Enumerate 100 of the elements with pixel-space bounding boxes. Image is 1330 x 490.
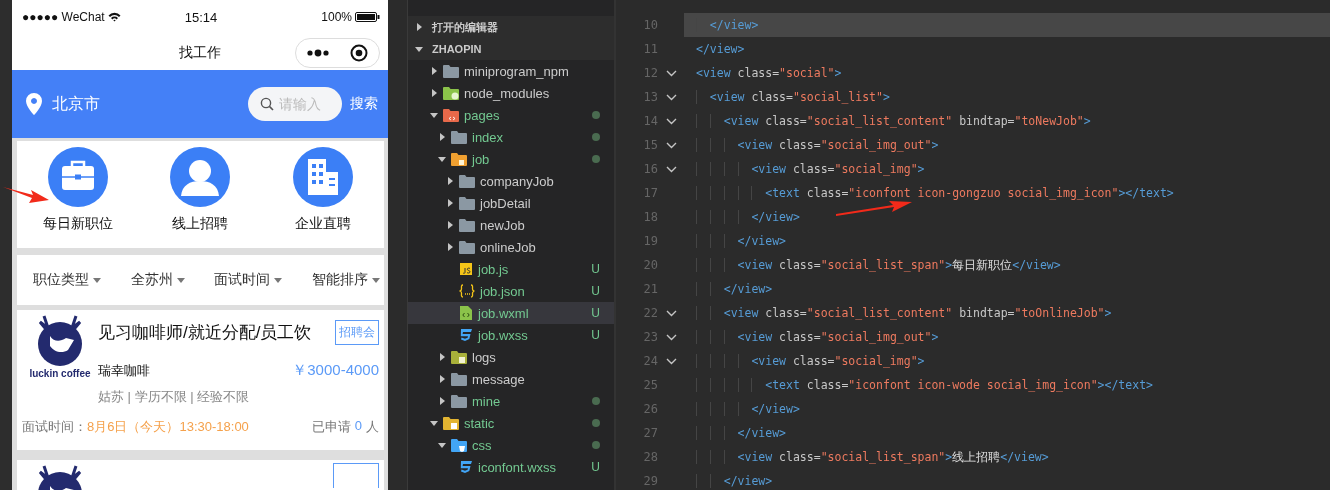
file-tree-item[interactable]: job.js U [408,258,614,280]
file-tree-item[interactable]: newJob [408,214,614,236]
fold-chevron-icon[interactable] [665,141,677,149]
code-text: </view> [684,402,800,416]
collapsed-arrow-icon[interactable] [438,353,446,361]
collapsed-arrow-icon[interactable] [430,67,438,75]
fold-chevron-icon[interactable] [665,93,677,101]
fold-chevron-icon[interactable] [665,117,677,125]
page-title: 找工作 [179,43,221,62]
search-button[interactable]: 搜索 [350,95,378,114]
line-number: 16 [642,162,658,176]
expanded-arrow-icon[interactable] [438,441,446,449]
filter-dropdown[interactable]: 全苏州 [130,271,185,289]
caret-icon[interactable] [93,277,101,283]
file-tree-item[interactable]: static [408,412,614,434]
expanded-arrow-icon[interactable] [415,45,423,53]
fold-chevron-icon[interactable] [665,165,677,173]
folder-icon [459,240,475,254]
collapsed-arrow-icon[interactable] [438,375,446,383]
code-text: </view> [684,474,773,488]
carrier-signal: ●●●●● WeChat [22,10,105,25]
fold-chevron-icon[interactable] [665,69,677,77]
job-card[interactable]: luckin coffee 见习咖啡师/就近分配/员工饮 招聘会 瑞幸咖啡 ￥3000-4000 姑苏 | 学历不限 | 经验不限 面试时间：8月6日（今天）13:30-18:00 已申请 0 人 [17,310,384,450]
collapsed-arrow-icon[interactable] [430,89,438,97]
file-tree-item[interactable]: onlineJob [408,236,614,258]
collapsed-arrow-icon[interactable] [438,397,446,405]
file-tree-item[interactable]: jobDetail [408,192,614,214]
city-name[interactable]: 北京市 [52,93,100,115]
expanded-arrow-icon[interactable] [430,419,438,427]
fold-chevron-icon[interactable] [665,309,677,317]
file-tree-item[interactable]: pages [408,104,614,126]
company-name: 瑞幸咖啡 [98,361,150,380]
code-text: <view class="social_list"> [684,90,890,104]
code-text: <view class="social"> [695,66,842,80]
collapsed-arrow-icon[interactable] [446,199,454,207]
git-status-letter: U [591,328,600,342]
caret-icon[interactable] [371,277,380,283]
battery-percent: 100% [321,10,352,25]
filter-dropdown[interactable]: 面试时间 [214,271,283,289]
expanded-arrow-icon[interactable] [438,155,446,163]
caret-icon[interactable] [176,277,185,283]
job-card[interactable] [17,460,384,490]
collapsed-arrow-icon[interactable] [446,243,454,251]
expanded-arrow-icon[interactable] [430,111,438,119]
close-target-icon[interactable] [350,43,368,62]
filter-dropdown[interactable]: 智能排序 [311,271,380,289]
line-number: 28 [642,450,658,464]
git-status-letter: U [591,460,600,474]
explorer-section-header[interactable]: ZHAOPIN [408,38,614,60]
line-number: 22 [642,306,658,320]
annotation-arrow [3,185,49,205]
search-field[interactable]: 请输入 [248,87,342,122]
filter-dropdown[interactable]: 职位类型 [33,271,101,289]
applied-label: 已申请 [311,418,351,436]
line-number: 27 [642,426,658,440]
file-tree-item[interactable]: job.json U [408,280,614,302]
stylesheet-file-icon [459,328,473,342]
file-tree-item[interactable]: iconfont.wxss U [408,456,614,478]
code-text: <view class="social_list_span">线上招聘</view> [684,449,1049,465]
fold-chevron-icon[interactable] [665,333,677,341]
folder-icon [459,174,475,188]
file-tree-item[interactable]: message [408,368,614,390]
interview-label: 面试时间： [22,419,87,434]
logo-text: luckin coffee [29,368,91,379]
file-tree-item[interactable]: logs [408,346,614,368]
collapsed-arrow-icon[interactable] [415,23,423,31]
file-tree-item[interactable]: miniprogram_npm [408,60,614,82]
caret-icon[interactable] [274,277,283,283]
line-number: 29 [642,474,658,488]
code-text: <view class="social_list_content" bindtap="toNewJob"> [684,114,1091,128]
code-text: </view> [684,426,786,440]
git-status-letter: U [591,306,600,320]
file-tree-item[interactable]: node_modules [408,82,614,104]
more-icon[interactable] [307,48,329,57]
code-text: <view class="social_list_span">每日新职位</view> [684,257,1061,273]
code-text: <view class="social_img"> [684,354,925,368]
line-number: 17 [642,186,658,200]
job-fair-tag [333,463,379,488]
file-tree-item[interactable]: mine [408,390,614,412]
file-tree-item[interactable]: index [408,126,614,148]
file-tree-item[interactable]: job.wxml U [408,302,614,324]
folder-icon [443,108,459,122]
wifi-icon [107,12,121,23]
fold-chevron-icon[interactable] [665,357,677,365]
file-tree-item[interactable]: job.wxss U [408,324,614,346]
category-label: 线上招聘 [172,215,229,233]
code-text: <view class="social_img_out"> [684,138,939,152]
job-fair-tag: 招聘会 [335,320,379,345]
file-tree-item[interactable]: companyJob [408,170,614,192]
collapsed-arrow-icon[interactable] [446,177,454,185]
file-tree-item[interactable]: css [408,434,614,456]
js-file-icon [459,262,473,276]
code-text: <view class="social_img_out"> [684,330,939,344]
file-tree-item[interactable]: job [408,148,614,170]
line-number: 19 [642,234,658,248]
collapsed-arrow-icon[interactable] [446,221,454,229]
collapsed-arrow-icon[interactable] [438,133,446,141]
git-status-letter: U [591,284,600,298]
code-text: <view class="social_list_content" bindtap="toOnlineJob"> [684,306,1112,320]
explorer-section-header[interactable]: 打开的编辑器 [408,16,614,38]
